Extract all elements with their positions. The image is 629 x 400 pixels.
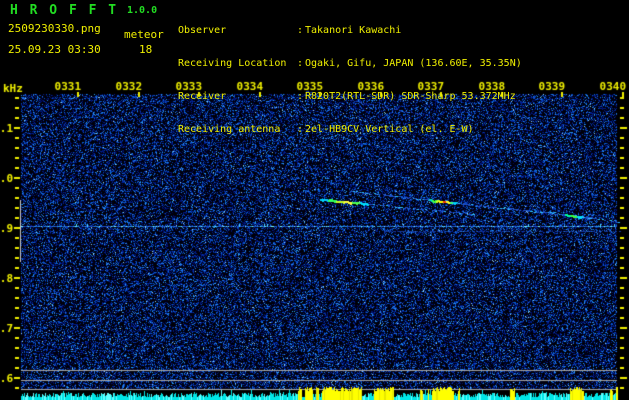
info-value: Takanori Kawachi <box>305 25 401 36</box>
observation-mode: meteor <box>124 29 164 40</box>
info-colon: : <box>297 123 305 136</box>
app-title: H R O F F T <box>10 4 118 17</box>
info-colon: : <box>297 90 305 103</box>
info-value: Ogaki, Gifu, JAPAN (136.60E, 35.35N) <box>305 58 522 69</box>
meteor-echo-count: 18 <box>139 44 152 55</box>
info-row-receiver: Receiver:R820T2(RTL-SDR) SDR-Sharp 53.37… <box>178 90 522 103</box>
info-row-receiving-antenna: Receiving antenna:2el-HB9CV Vertical (el… <box>178 123 522 136</box>
info-label: Receiving antenna <box>178 123 297 136</box>
app-version: 1.0.0 <box>127 6 157 16</box>
hrofft-screen: H R O F F T 1.0.0 2509230330.png meteor … <box>0 0 629 400</box>
capture-datetime: 25.09.23 03:30 <box>8 44 101 55</box>
info-row-observer: Observer:Takanori Kawachi <box>178 24 522 37</box>
info-value: R820T2(RTL-SDR) SDR-Sharp 53.372MHz <box>305 91 516 102</box>
capture-filename: 2509230330.png <box>8 23 101 34</box>
info-value: 2el-HB9CV Vertical (el. E-W) <box>305 124 474 135</box>
info-colon: : <box>297 57 305 70</box>
station-info-block: Observer:Takanori Kawachi Receiving Loca… <box>178 4 522 156</box>
info-label: Observer <box>178 24 297 37</box>
info-label: Receiving Location <box>178 57 297 70</box>
info-row-receiving-location: Receiving Location:Ogaki, Gifu, JAPAN (1… <box>178 57 522 70</box>
info-colon: : <box>297 24 305 37</box>
info-label: Receiver <box>178 90 297 103</box>
